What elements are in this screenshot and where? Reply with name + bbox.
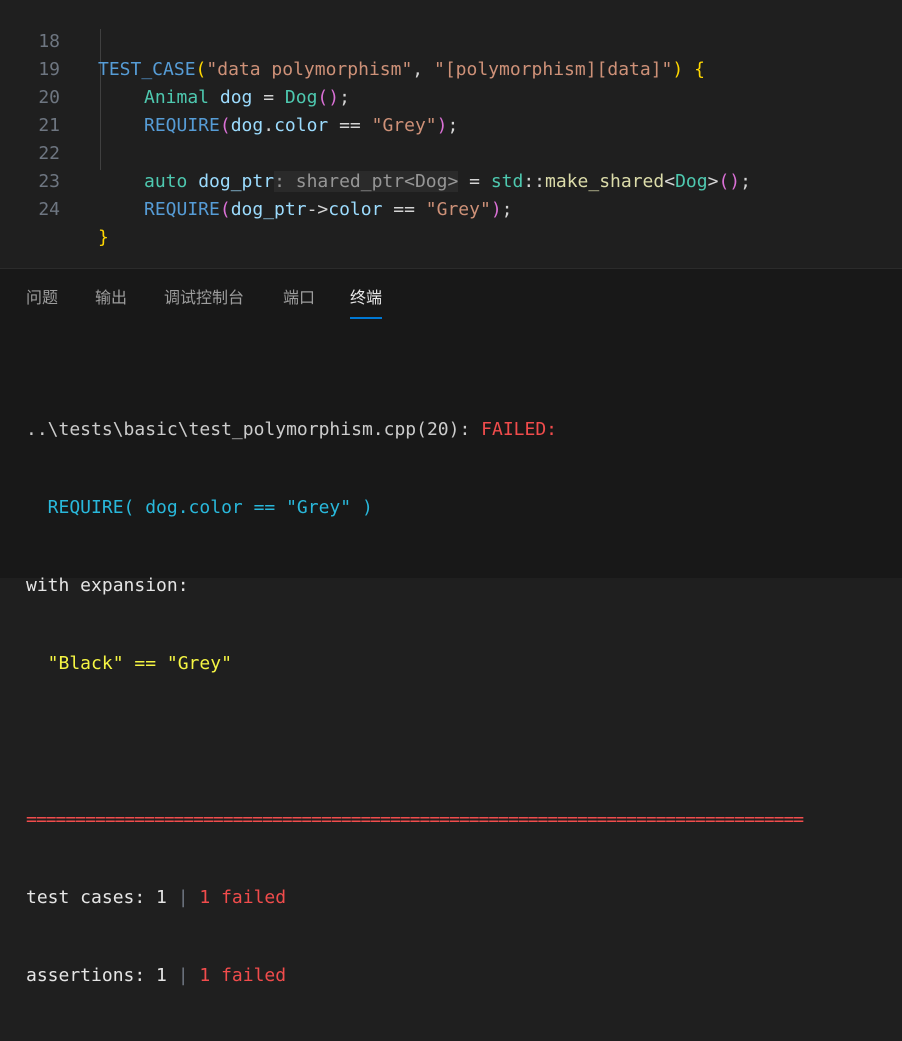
panel-tabs: 问题 输出 调试控制台 端口 终端 bbox=[0, 281, 902, 319]
code-line-19[interactable]: 19 Animal dog = Dog(); bbox=[0, 28, 902, 108]
code-line-24[interactable]: 24 } bbox=[0, 168, 902, 248]
token: } bbox=[98, 227, 109, 248]
summary-separator: | bbox=[177, 887, 189, 908]
code-line-22[interactable]: 22 auto dog_ptr: shared_ptr<Dog> = std::… bbox=[0, 112, 902, 192]
test-cases-failed: 1 failed bbox=[188, 887, 287, 908]
assertions-label: assertions: 1 bbox=[26, 965, 178, 986]
failure-location: ..\tests\basic\test_polymorphism.cpp(20)… bbox=[26, 419, 482, 440]
failed-label: FAILED: bbox=[481, 419, 558, 440]
code-text: } bbox=[98, 224, 109, 252]
expansion-values: "Black" == "Grey" bbox=[26, 653, 232, 674]
require-expression: REQUIRE( dog.color == "Grey" ) bbox=[26, 497, 373, 518]
terminal-line: ..\tests\basic\test_polymorphism.cpp(20)… bbox=[26, 417, 896, 443]
tab-ports[interactable]: 端口 bbox=[283, 281, 315, 317]
code-text: REQUIRE(dog_ptr->color == "Grey"); bbox=[144, 196, 513, 224]
token: ; bbox=[501, 199, 513, 220]
token: REQUIRE bbox=[144, 199, 220, 220]
bottom-panel: 问题 输出 调试控制台 端口 终端 ..\tests\basic\test_po… bbox=[0, 268, 902, 986]
terminal-output[interactable]: ..\tests\basic\test_polymorphism.cpp(20)… bbox=[26, 365, 896, 1041]
token: == bbox=[382, 199, 426, 220]
token: color bbox=[328, 199, 383, 220]
line-number: 24 bbox=[38, 199, 60, 220]
code-line-21[interactable]: 21 bbox=[0, 84, 902, 136]
code-editor[interactable]: 18 TEST_CASE("data polymorphism", "[poly… bbox=[0, 0, 902, 268]
assertions-failed: 1 failed bbox=[188, 965, 287, 986]
token: ) bbox=[490, 199, 502, 220]
token: ( bbox=[219, 199, 231, 220]
code-line-23[interactable]: 23 REQUIRE(dog_ptr->color == "Grey"); bbox=[0, 140, 902, 220]
test-cases-label: test cases: 1 bbox=[26, 887, 178, 908]
separator-rule: ========================================… bbox=[26, 809, 804, 830]
token: -> bbox=[306, 199, 329, 220]
code-line-20[interactable]: 20 REQUIRE(dog.color == "Grey"); bbox=[0, 56, 902, 136]
tab-problems[interactable]: 问题 bbox=[26, 281, 58, 317]
summary-separator: | bbox=[177, 965, 189, 986]
test-cases-summary: test cases: 1 | 1 failed bbox=[26, 885, 896, 911]
tab-terminal[interactable]: 终端 bbox=[350, 281, 383, 319]
assertions-summary: assertions: 1 | 1 failed bbox=[26, 963, 896, 989]
tab-output[interactable]: 输出 bbox=[95, 281, 127, 317]
token: dog_ptr bbox=[230, 199, 307, 220]
code-line-18[interactable]: 18 TEST_CASE("data polymorphism", "[poly… bbox=[0, 0, 902, 80]
tab-debug-console[interactable]: 调试控制台 bbox=[164, 281, 244, 317]
token: "Grey" bbox=[425, 199, 491, 220]
